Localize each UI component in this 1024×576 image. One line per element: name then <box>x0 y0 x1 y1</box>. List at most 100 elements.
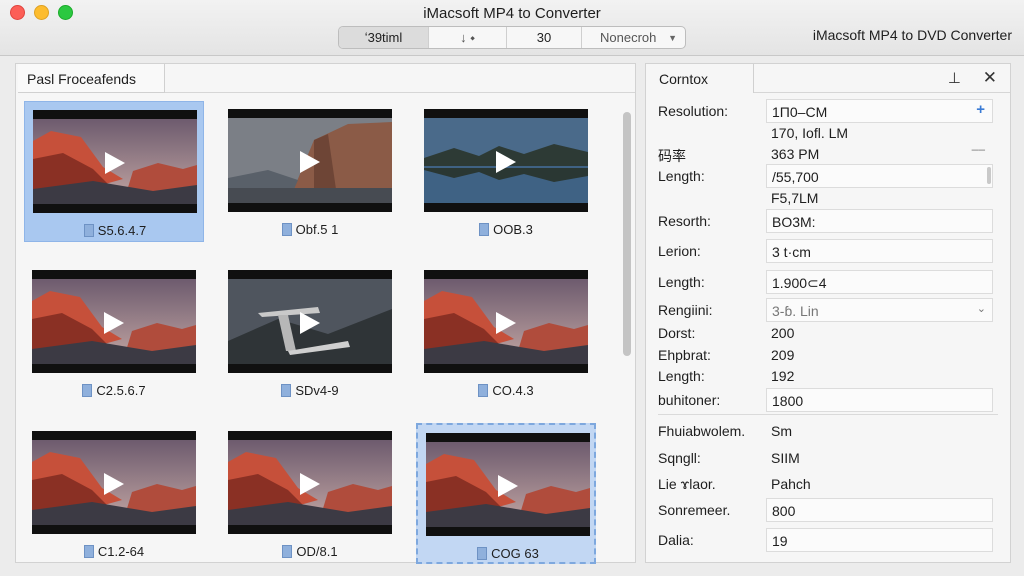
file-icon <box>83 224 94 237</box>
chevron-down-icon: ▼ <box>668 32 677 43</box>
thumbnail-caption: SDv4-9 <box>220 383 400 398</box>
property-label: Fhuiabwolem. <box>658 423 746 439</box>
thumbnail-item[interactable]: OD/8.1 <box>220 423 400 564</box>
property-value: 363 PM –– <box>766 142 993 166</box>
mini-scrollbar[interactable] <box>987 167 991 184</box>
video-thumbnail[interactable] <box>33 110 197 213</box>
property-label: Rengiini: <box>658 302 713 318</box>
tab-properties[interactable]: Corntox <box>648 64 754 93</box>
property-label: buhitoner: <box>658 392 721 408</box>
play-icon[interactable] <box>498 475 518 497</box>
thumbnail-item[interactable]: Obf.5 1 <box>220 101 400 242</box>
thumbnail-item[interactable]: S5.6.4.7 <box>24 101 204 242</box>
property-value-text: 1800 <box>772 393 804 409</box>
thumbnail-item[interactable]: COG 63 <box>416 423 596 564</box>
property-label: Length: <box>658 274 705 290</box>
property-value-text: F5,7LM <box>771 190 819 206</box>
video-thumbnail[interactable] <box>228 431 392 534</box>
property-value-text: BO3M: <box>772 214 816 230</box>
property-value-field[interactable]: 1Π0–CM + <box>766 99 993 123</box>
toolbar-segment-2[interactable]: ↓ ⬩ <box>429 27 507 48</box>
toolbar-dropdown[interactable]: Nonecroh ▼ <box>582 27 685 48</box>
property-value-field[interactable]: 1.900⊂4 <box>766 270 993 294</box>
property-label: Dalia: <box>658 532 694 548</box>
video-thumbnail[interactable] <box>228 270 392 373</box>
property-value-text: 200 <box>771 325 795 341</box>
property-label: 码率 <box>658 148 686 164</box>
video-thumbnail[interactable] <box>32 431 196 534</box>
property-value-field[interactable]: 800 <box>766 498 993 522</box>
property-label: Resorth: <box>658 213 711 229</box>
property-value-field[interactable]: 3-ɓ. Lin ⌄ <box>766 298 993 322</box>
property-label: Length: <box>658 368 705 384</box>
property-label: Sqngll: <box>658 450 701 466</box>
thumbnail-caption-text: CO.4.3 <box>492 383 534 398</box>
property-value-text: 1Π0–CM <box>772 104 828 120</box>
file-icon <box>82 384 93 397</box>
close-icon[interactable]: ✕ <box>983 68 997 88</box>
video-thumbnail[interactable] <box>426 433 590 536</box>
property-row: Length: 192 <box>658 364 998 388</box>
more-icon[interactable]: –– <box>972 142 985 156</box>
thumbnail-caption-text: S5.6.4.7 <box>97 223 147 238</box>
thumbnail-item[interactable]: CO.4.3 <box>416 262 596 403</box>
play-icon[interactable] <box>104 312 124 334</box>
play-icon[interactable] <box>300 151 320 173</box>
property-label: Ehpbrat: <box>658 347 711 363</box>
video-thumbnail[interactable] <box>424 270 588 373</box>
property-value-text: 19 <box>772 533 788 549</box>
toolbar-dropdown-label: Nonecroh <box>600 30 657 45</box>
thumbnail-item[interactable]: C2.5.6.7 <box>24 262 204 403</box>
property-row: Sqngll: SIIM <box>658 446 998 470</box>
property-row: 码率 363 PM –– <box>658 142 998 166</box>
property-row: Dalia: 19 <box>658 528 998 552</box>
property-value-field[interactable]: BO3M: <box>766 209 993 233</box>
chevron-down-icon[interactable]: ⌄ <box>977 302 986 315</box>
properties-panel: Corntox ⊥ ✕ Resolution: 1Π0–CM +170, Iofl.… <box>645 63 1011 563</box>
property-value-text: Pahch <box>771 476 811 492</box>
thumbnail-caption-text: C2.5.6.7 <box>96 383 146 398</box>
file-icon <box>479 223 490 236</box>
property-value-text: Sm <box>771 423 792 439</box>
thumbnail-caption-text: OD/8.1 <box>296 544 338 559</box>
tab-media[interactable]: Pasl Froceafends <box>18 64 165 93</box>
thumbnail-item[interactable]: SDv4-9 <box>220 262 400 403</box>
thumbnail-item[interactable]: C1.2-64 <box>24 423 204 564</box>
property-value-text: 209 <box>771 347 795 363</box>
scrollbar-thumb[interactable] <box>623 112 631 356</box>
plus-icon[interactable]: + <box>976 101 985 118</box>
property-row: Length: /55,700 <box>658 164 998 188</box>
property-label: Resolution: <box>658 103 729 119</box>
property-value-field[interactable]: 1800 <box>766 388 993 412</box>
play-icon[interactable] <box>300 473 320 495</box>
play-icon[interactable] <box>104 473 124 495</box>
property-value-text: 3-ɓ. Lin <box>772 303 819 319</box>
thumbnail-caption-text: COG 63 <box>491 546 539 561</box>
property-value-field[interactable]: /55,700 <box>766 164 993 188</box>
play-icon[interactable] <box>300 312 320 334</box>
thumbnail-caption: Obf.5 1 <box>220 222 400 237</box>
property-label: Lerion: <box>658 243 701 259</box>
toolbar-segment-1[interactable]: ʻ39timl <box>339 27 429 48</box>
toolbar-segmented-control: ʻ39timl ↓ ⬩ 30 Nonecroh ▼ <box>338 26 686 49</box>
property-row: Resolution: 1Π0–CM + <box>658 99 998 123</box>
property-value-field[interactable]: 3 t·cm <box>766 239 993 263</box>
video-thumbnail[interactable] <box>32 270 196 373</box>
property-row: Dorst: 200 <box>658 321 998 345</box>
property-value: Pahch <box>766 472 993 496</box>
property-label: Dorst: <box>658 325 696 341</box>
window-title: iMacsoft MP4 to Converter <box>423 5 601 22</box>
play-icon[interactable] <box>496 312 516 334</box>
property-value-field[interactable]: 19 <box>766 528 993 552</box>
property-row: Fhuiabwolem. Sm <box>658 419 998 443</box>
play-icon[interactable] <box>105 152 125 174</box>
play-icon[interactable] <box>496 151 516 173</box>
vertical-scrollbar[interactable] <box>622 99 632 559</box>
pin-icon[interactable]: ⊥ <box>948 69 961 87</box>
thumbnail-item[interactable]: OOB.3 <box>416 101 596 242</box>
video-thumbnail[interactable] <box>424 109 588 212</box>
video-thumbnail[interactable] <box>228 109 392 212</box>
property-row: Resorth: BO3M: <box>658 209 998 233</box>
toolbar-segment-3[interactable]: 30 <box>507 27 582 48</box>
thumbnail-caption: S5.6.4.7 <box>25 223 205 238</box>
